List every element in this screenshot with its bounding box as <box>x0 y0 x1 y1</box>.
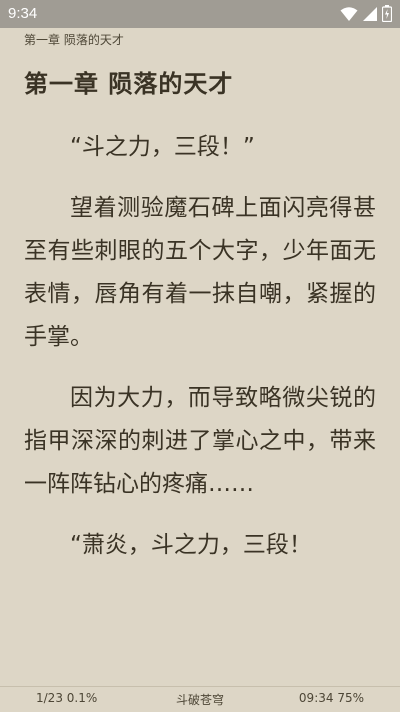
status-bar: 9:34 <box>0 0 400 28</box>
signal-icon <box>362 6 378 22</box>
paragraph: “斗之力，三段！” <box>70 134 255 160</box>
paragraph: 因为大力，而导致略微尖锐的指甲深深的刺进了掌心之中，带来一阵阵钻心的疼痛…… <box>24 385 376 497</box>
wifi-icon <box>340 6 358 22</box>
battery-icon <box>382 5 392 22</box>
running-header: 第一章 陨落的天才 <box>24 33 124 47</box>
status-time: 9:34 <box>8 5 38 22</box>
reading-content[interactable]: “斗之力，三段！” 望着测验魔石碑上面闪亮得甚至有些刺眼的五个大字，少年面无表情… <box>24 126 376 585</box>
clock-battery: 09:34 75% <box>298 691 364 705</box>
paragraph: 望着测验魔石碑上面闪亮得甚至有些刺眼的五个大字，少年面无表情，唇角有着一抹自嘲，… <box>24 195 376 350</box>
chapter-title: 第一章 陨落的天才 <box>24 70 234 98</box>
paragraph: “萧炎，斗之力，三段！ <box>70 532 312 558</box>
reader-footer: 1/23 0.1% 斗破苍穹 09:34 75% <box>0 686 400 712</box>
status-icons <box>340 5 392 22</box>
